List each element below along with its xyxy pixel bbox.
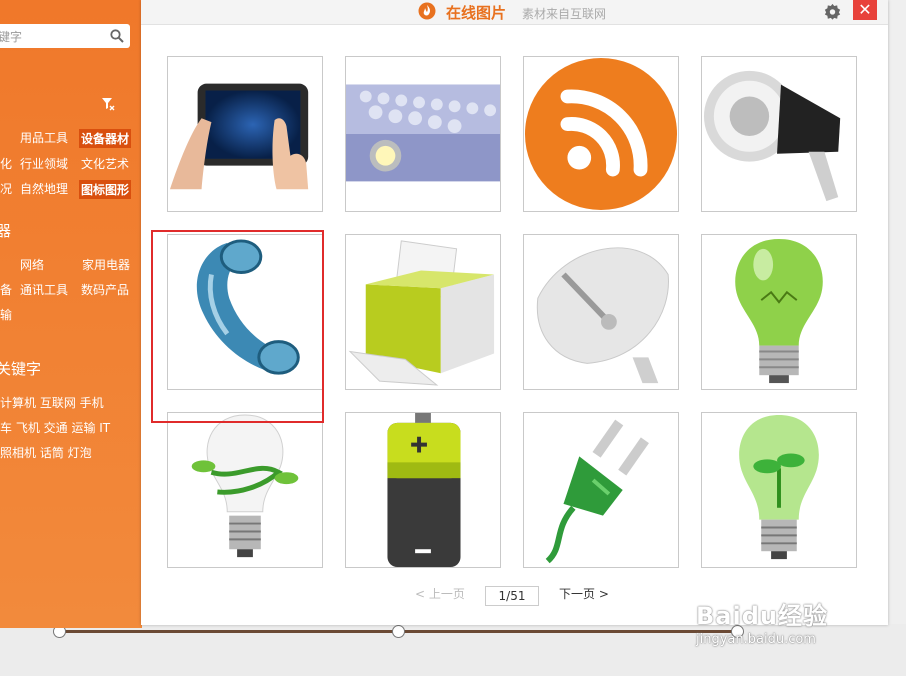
category-industry[interactable]: 行业领域 <box>20 155 68 172</box>
eco-lightbulb-vine-icon <box>191 414 299 558</box>
megaphone-icon <box>703 70 841 202</box>
watermark-url: jingyan.baidu.com <box>696 632 816 647</box>
image-tile-lightbulbs[interactable] <box>345 56 501 212</box>
section-title-partial: 器 <box>0 222 12 240</box>
sub-category-partial[interactable]: 输 <box>0 306 12 323</box>
image-tile-eco-bulb[interactable] <box>167 412 323 568</box>
printer-icon <box>348 240 495 386</box>
green-lightbulb-icon <box>735 238 823 384</box>
category-equipment-active[interactable]: 设备器材 <box>79 129 132 148</box>
gear-icon[interactable] <box>824 3 841 20</box>
next-page-button[interactable]: 下一页 > <box>559 585 609 602</box>
rss-icon <box>524 57 678 211</box>
sub-category-communication[interactable]: 通讯工具 <box>20 281 68 298</box>
dialog-titlebar: 在线图片 素材来自互联网 ✕ <box>141 0 888 25</box>
sub-category-digital[interactable]: 数码产品 <box>81 281 129 298</box>
sprout-lightbulb-icon <box>739 414 819 560</box>
dialog-title: 在线图片 <box>446 4 507 22</box>
clear-filter-icon[interactable] <box>101 97 115 111</box>
search-placeholder: 键字 <box>0 30 23 44</box>
category-partial[interactable]: 况 <box>0 180 12 199</box>
sub-category-row-2: 备 通讯工具 数码产品 <box>0 281 129 298</box>
hot-keywords-row-1[interactable]: 计算机 互联网 手机 <box>0 394 104 411</box>
battery-icon <box>387 413 461 567</box>
image-tile-green-bulb[interactable] <box>701 234 857 390</box>
online-pictures-dialog: 在线图片 素材来自互联网 ✕ < 上一页 1/51 下一页 > <box>141 0 888 625</box>
category-row-3: 况 自然地理 图标图形 <box>0 180 132 199</box>
sub-category-appliances[interactable]: 家用电器 <box>82 256 130 273</box>
page-number-field[interactable]: 1/51 <box>485 586 539 606</box>
image-tile-sprout-bulb[interactable] <box>701 412 857 568</box>
category-row-1: 用品工具 设备器材 <box>0 129 132 148</box>
hot-keywords-row-2[interactable]: 车 飞机 交通 运输 IT <box>0 419 110 436</box>
prev-page-button[interactable]: < 上一页 <box>415 585 465 602</box>
image-tile-plug[interactable] <box>523 412 679 568</box>
sub-category-row-1: 网络 家用电器 <box>0 256 130 273</box>
selected-image-highlight <box>151 230 324 423</box>
category-row-2: 化 行业领域 文化艺术 <box>0 155 129 172</box>
category-tools[interactable]: 用品工具 <box>20 129 68 148</box>
image-tile-battery[interactable] <box>345 412 501 568</box>
category-culture-art[interactable]: 文化艺术 <box>81 155 129 172</box>
green-plug-icon <box>545 419 649 564</box>
sub-category-row-3: 输 <box>0 306 12 323</box>
sub-category-network[interactable]: 网络 <box>20 256 44 273</box>
watermark-brand: Baidu经验 <box>696 602 828 630</box>
image-tile-tablet[interactable] <box>167 56 323 212</box>
close-button[interactable]: ✕ <box>853 0 877 20</box>
image-tile-printer[interactable] <box>345 234 501 390</box>
resize-handle-middle[interactable] <box>392 625 405 638</box>
image-tile-rss[interactable] <box>523 56 679 212</box>
category-sidebar: 键字 用品工具 设备器材 化 行业领域 文化艺术 况 自然地理 图标图形 器 网… <box>0 0 142 628</box>
category-icons-active[interactable]: 图标图形 <box>79 180 132 199</box>
hot-keywords-row-3[interactable]: 照相机 话筒 灯泡 <box>0 444 92 461</box>
lightbulbs-grid-icon <box>346 84 500 182</box>
flame-logo-icon <box>418 2 436 20</box>
sub-category-partial[interactable]: 备 <box>0 281 12 298</box>
dialog-subtitle: 素材来自互联网 <box>522 7 607 21</box>
image-tile-megaphone[interactable] <box>701 56 857 212</box>
category-geography[interactable]: 自然地理 <box>20 180 68 199</box>
baidu-watermark: Baidu经验 jingyan.baidu.com <box>696 596 828 647</box>
image-tile-satellite[interactable] <box>523 234 679 390</box>
tablet-hand-icon <box>169 83 309 190</box>
keyword-search-input[interactable]: 键字 <box>0 24 130 48</box>
category-partial[interactable]: 化 <box>0 155 12 172</box>
search-icon[interactable] <box>110 29 124 43</box>
hot-keywords-title: 关键字 <box>0 360 42 378</box>
satellite-dish-icon <box>536 247 669 384</box>
